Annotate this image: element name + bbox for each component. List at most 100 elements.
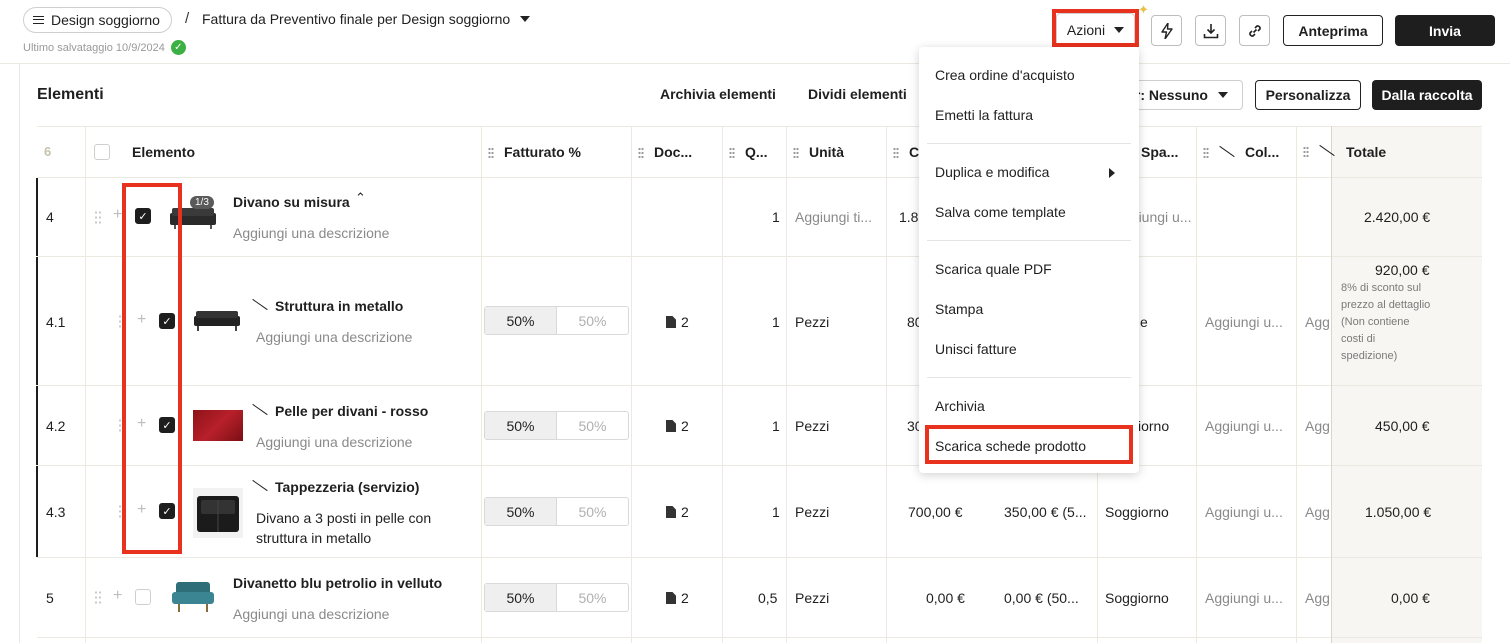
price-cell[interactable]: 0,00 € (50... [1004, 590, 1079, 606]
item-description-line2[interactable]: struttura in metallo [256, 530, 371, 546]
documents-cell[interactable]: 2 [666, 418, 689, 434]
space-cell[interactable]: iorno [1138, 418, 1169, 434]
menu-item-print[interactable]: Stampa [935, 301, 983, 317]
column-header-item[interactable]: Elemento [132, 144, 195, 160]
row-checkbox[interactable]: ✓ [159, 313, 175, 329]
space-cell[interactable]: Soggiorno [1105, 590, 1169, 606]
item-name[interactable]: Divano su misura [233, 194, 350, 210]
add-subitem-icon[interactable]: + [137, 415, 146, 433]
drag-handle-icon[interactable] [793, 146, 799, 158]
unit-cell[interactable]: Pezzi [795, 504, 829, 520]
unit-cell[interactable]: Pezzi [795, 418, 829, 434]
quantity-cell[interactable]: 1 [772, 314, 780, 330]
copy-link-button[interactable] [1239, 15, 1270, 46]
unit-cell[interactable]: Aggiungi ti... [795, 209, 872, 225]
billed-percent-split[interactable]: 50% 50% [484, 411, 629, 440]
quantity-cell[interactable]: 1 [772, 209, 780, 225]
column-header-billed[interactable]: Fatturato % [488, 144, 581, 160]
automation-button[interactable] [1151, 15, 1182, 46]
menu-item-save-template[interactable]: Salva come template [935, 204, 1066, 220]
menu-item-duplicate-edit[interactable]: Duplica e modifica [935, 164, 1049, 180]
add-subitem-icon[interactable]: + [137, 311, 146, 329]
price-cell[interactable]: 350,00 € (5... [1004, 504, 1087, 520]
from-collection-button[interactable]: Dalla raccolta [1372, 80, 1482, 110]
actions-button[interactable]: Azioni [1056, 13, 1135, 46]
quantity-cell[interactable]: 0,5 [758, 590, 777, 606]
drag-handle-icon[interactable] [893, 146, 899, 158]
space-cell[interactable]: Soggiorno [1105, 504, 1169, 520]
item-description-line1[interactable]: Divano a 3 posti in pelle con [256, 510, 431, 526]
documents-cell[interactable]: 2 [666, 590, 689, 606]
documents-cell[interactable]: 2 [666, 504, 689, 520]
column-header-total[interactable]: Totale [1346, 144, 1386, 160]
billed-percent-split[interactable]: 50% 50% [484, 306, 629, 335]
project-breadcrumb-button[interactable]: Design soggiorno [23, 7, 172, 33]
preview-button[interactable]: Anteprima [1283, 15, 1383, 46]
drag-handle-icon[interactable] [1303, 145, 1309, 157]
item-name[interactable]: Tappezzeria (servizio) [275, 479, 419, 495]
column-header-cost[interactable]: C [893, 144, 919, 160]
row-checkbox[interactable]: ✓ [159, 417, 175, 433]
billed-percent-split[interactable]: 50% 50% [484, 583, 629, 612]
drag-handle-icon[interactable] [638, 146, 644, 158]
drag-handle-icon[interactable] [118, 314, 125, 328]
split-items-button[interactable]: Dividi elementi [808, 86, 907, 102]
menu-item-merge-invoices[interactable]: Unisci fatture [935, 341, 1017, 357]
item-name[interactable]: Struttura in metallo [275, 298, 403, 314]
unit-cell[interactable]: Pezzi [795, 590, 829, 606]
item-description[interactable]: Aggiungi una descrizione [233, 225, 389, 241]
drag-handle-icon[interactable] [118, 418, 125, 432]
column-header-hidden[interactable] [1303, 144, 1335, 158]
drag-handle-icon[interactable] [94, 210, 101, 224]
color-cell[interactable]: Aggiungi u... [1205, 418, 1283, 434]
drag-handle-icon[interactable] [488, 146, 494, 158]
add-subitem-icon[interactable]: + [137, 501, 146, 519]
add-subitem-icon[interactable]: + [113, 587, 122, 605]
send-button[interactable]: Invia [1395, 15, 1495, 46]
item-description[interactable]: Aggiungi una descrizione [256, 329, 412, 345]
drag-handle-icon[interactable] [94, 590, 101, 604]
menu-item-issue-invoice[interactable]: Emetti la fattura [935, 107, 1033, 123]
menu-item-download-product-sheets[interactable]: Scarica schede prodotto [935, 438, 1086, 454]
select-all-checkbox[interactable] [94, 144, 110, 160]
column-header-space[interactable]: Spa... [1141, 144, 1178, 160]
archive-items-button[interactable]: Archivia elementi [660, 86, 776, 102]
column-header-color[interactable]: Col... [1203, 144, 1279, 160]
item-description[interactable]: Aggiungi una descrizione [233, 606, 389, 622]
row-checkbox[interactable] [135, 589, 151, 605]
color-cell[interactable]: Aggiungi u... [1205, 590, 1283, 606]
download-button[interactable] [1195, 15, 1226, 46]
drag-handle-icon[interactable] [1203, 146, 1209, 158]
collapse-chevron-icon[interactable]: ⌃ [355, 190, 366, 206]
extra-cell[interactable]: Agg [1305, 590, 1330, 606]
extra-cell[interactable]: Agg [1305, 314, 1330, 330]
drag-handle-icon[interactable] [729, 146, 735, 158]
item-description[interactable]: Aggiungi una descrizione [256, 434, 412, 450]
add-subitem-icon[interactable]: + [113, 206, 122, 224]
column-header-unit[interactable]: Unità [793, 144, 844, 160]
color-cell[interactable]: Aggiungi u... [1205, 504, 1283, 520]
documents-cell[interactable]: 2 [666, 314, 689, 330]
drag-handle-icon[interactable] [118, 504, 125, 518]
customize-button[interactable]: Personalizza [1255, 80, 1361, 110]
menu-item-download-pdf[interactable]: Scarica quale PDF [935, 261, 1052, 277]
extra-cell[interactable]: Agg [1305, 504, 1330, 520]
extra-cell[interactable]: Agg [1305, 418, 1330, 434]
item-name[interactable]: Divanetto blu petrolio in velluto [233, 575, 442, 591]
item-name[interactable]: Pelle per divani - rosso [275, 403, 428, 419]
quantity-cell[interactable]: 1 [772, 504, 780, 520]
quantity-cell[interactable]: 1 [772, 418, 780, 434]
menu-item-archive[interactable]: Archivia [935, 398, 985, 414]
unit-cell[interactable]: Pezzi [795, 314, 829, 330]
cost-cell[interactable]: 0,00 € [926, 590, 965, 606]
column-header-docs[interactable]: Doc... [638, 144, 692, 160]
document-title-dropdown[interactable]: Fattura da Preventivo finale per Design … [202, 11, 531, 27]
menu-item-create-purchase-order[interactable]: Crea ordine d'acquisto [935, 67, 1075, 83]
row-checkbox[interactable]: ✓ [159, 503, 175, 519]
billed-percent-split[interactable]: 50% 50% [484, 497, 629, 526]
space-cell[interactable]: e [1140, 314, 1148, 330]
cost-cell[interactable]: 700,00 € [908, 504, 963, 520]
row-checkbox[interactable]: ✓ [135, 208, 151, 224]
column-header-qty[interactable]: Q... [729, 144, 768, 160]
color-cell[interactable]: Aggiungi u... [1205, 314, 1283, 330]
